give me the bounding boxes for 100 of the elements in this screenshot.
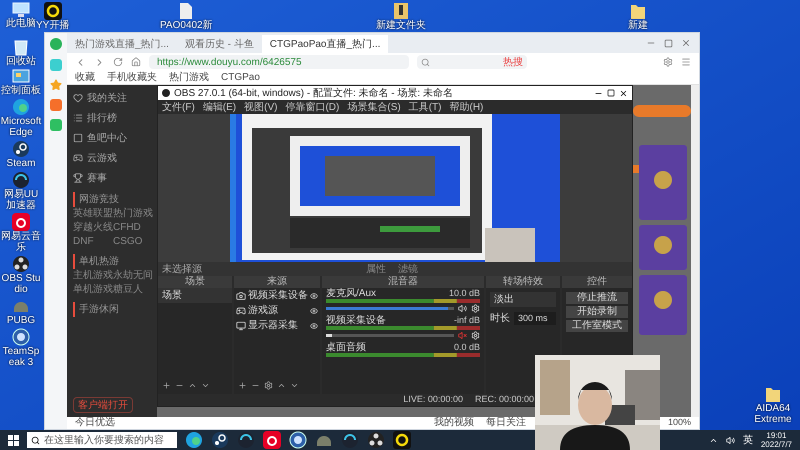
menu-item[interactable]: 编辑(E) xyxy=(202,100,236,114)
app-icon[interactable] xyxy=(50,99,62,111)
desktop-icon-label[interactable]: 控制面板 xyxy=(1,85,41,96)
source-item[interactable]: 显示器采集 xyxy=(248,318,308,333)
nav-link[interactable]: 排行榜 xyxy=(87,110,117,126)
menu-item[interactable]: 文件(F) xyxy=(162,100,195,114)
home-icon[interactable] xyxy=(131,57,141,67)
desktop-icon-label[interactable]: AIDA64 Extreme xyxy=(752,403,794,425)
clock-date[interactable]: 2022/7/7 xyxy=(760,440,792,449)
address-bar[interactable]: https://www.douyu.com/6426575 xyxy=(149,55,409,69)
status-link[interactable]: 每日关注 xyxy=(486,417,526,429)
bookmark-link[interactable]: 热门游戏 xyxy=(169,70,209,85)
nav-link[interactable]: 我的关注 xyxy=(87,90,127,106)
speaker-icon[interactable] xyxy=(458,304,467,313)
nav-link[interactable]: 赛事 xyxy=(87,170,107,186)
status-link[interactable]: 今日优选 xyxy=(75,417,115,429)
menu-item[interactable]: 停靠窗口(D) xyxy=(285,100,340,114)
nav-link[interactable]: 云游戏 xyxy=(87,150,117,166)
category-link[interactable]: DNF xyxy=(73,235,111,249)
client-button[interactable]: 客户端打开 xyxy=(73,397,133,413)
move-down-icon[interactable] xyxy=(201,381,210,390)
desktop-icon-label[interactable]: Microsoft Edge xyxy=(0,116,42,138)
category-link[interactable]: 单机游戏 xyxy=(73,283,111,297)
search-field[interactable]: 热搜 xyxy=(417,55,527,69)
bookmark-link[interactable]: 手机收藏夹 xyxy=(107,70,157,85)
zoom-level[interactable]: 100% xyxy=(668,416,691,430)
category-link[interactable]: CSGO xyxy=(113,235,151,249)
browser-tab[interactable]: 热门游戏直播_热门... xyxy=(67,35,177,53)
close-icon[interactable] xyxy=(619,88,628,98)
category-link[interactable]: CFHD xyxy=(113,221,151,235)
obs-logo-icon xyxy=(367,431,385,449)
desktop-icon-label[interactable]: PUBG xyxy=(6,315,36,326)
toolbar-button[interactable]: 滤镜 xyxy=(398,262,418,276)
scrollbar[interactable] xyxy=(691,85,699,417)
browser-tab[interactable]: 观看历史 - 斗鱼 xyxy=(176,35,262,53)
menu-item[interactable]: 视图(V) xyxy=(244,100,278,114)
dock-header: 转场特效 xyxy=(486,276,560,288)
settings-icon[interactable] xyxy=(264,381,273,390)
source-item[interactable]: 视频采集设备 xyxy=(248,288,308,303)
toolbar-button[interactable]: 属性 xyxy=(366,262,386,276)
control-button[interactable]: 停止推流 xyxy=(566,292,628,304)
duration-field[interactable]: 300 ms xyxy=(514,312,556,326)
eye-icon[interactable] xyxy=(310,292,318,300)
menu-item[interactable]: 场景集合(S) xyxy=(347,100,401,114)
desktop-icon-label[interactable]: 新建文件夹 xyxy=(376,20,426,31)
move-up-icon[interactable] xyxy=(188,381,197,390)
reload-icon[interactable] xyxy=(113,57,123,67)
taskbar-search-field[interactable]: 在这里输入你要搜索的内容 xyxy=(27,432,177,448)
desktop-icon-label[interactable]: PAO0402新 xyxy=(160,20,213,31)
nav-link[interactable]: 鱼吧中心 xyxy=(87,130,127,146)
nav-icon xyxy=(73,153,83,163)
maximize-icon[interactable] xyxy=(664,38,673,48)
category-link[interactable]: 英雄联盟 xyxy=(73,207,111,221)
desktop-icon-label[interactable]: YY开播 xyxy=(36,20,70,31)
category-link[interactable]: 穿越火线 xyxy=(73,221,111,235)
star-icon[interactable] xyxy=(50,79,62,91)
eye-icon[interactable] xyxy=(310,306,318,314)
maximize-icon[interactable] xyxy=(607,89,615,97)
scene-item[interactable]: 场景 xyxy=(158,288,232,303)
control-button[interactable]: 开始录制 xyxy=(566,306,628,318)
clock-time[interactable]: 19:01 xyxy=(766,431,786,440)
desktop-icon-label[interactable]: 网易云音乐 xyxy=(0,231,42,253)
windows-logo-icon[interactable] xyxy=(8,434,19,446)
move-up-icon[interactable] xyxy=(277,381,286,390)
input-method[interactable]: 英 xyxy=(742,432,753,448)
section-title: 单机热游 xyxy=(73,254,151,269)
menu-icon[interactable] xyxy=(681,57,691,67)
desktop-icon-label[interactable]: 此电脑 xyxy=(6,18,36,29)
status-link[interactable]: 我的视频 xyxy=(434,417,474,429)
bookmark-link[interactable]: CTGPao xyxy=(221,70,260,85)
obs-logo-icon xyxy=(12,255,30,273)
selected-source-label: 未选择源 xyxy=(162,262,202,276)
transition-select[interactable]: 淡出 xyxy=(490,292,556,307)
category-link[interactable]: 糖豆人 xyxy=(113,283,151,297)
add-icon[interactable] xyxy=(238,381,247,390)
category-link[interactable]: 永劫无间 xyxy=(113,269,151,283)
menu-item[interactable]: 帮助(H) xyxy=(449,100,484,114)
source-item[interactable]: 游戏源 xyxy=(248,303,308,318)
volume-slider[interactable] xyxy=(326,307,454,310)
category-link[interactable]: 热门游戏 xyxy=(113,207,151,221)
nav-icon xyxy=(73,133,83,143)
move-down-icon[interactable] xyxy=(290,381,299,390)
category-link[interactable]: 主机游戏 xyxy=(73,269,111,283)
speaker-icon[interactable] xyxy=(726,436,735,444)
desktop-icon-label[interactable]: 新建 xyxy=(628,20,648,31)
muted-speaker-icon[interactable] xyxy=(458,331,467,340)
desktop-icon-label[interactable]: 回收站 xyxy=(6,56,36,67)
add-icon[interactable] xyxy=(162,381,171,390)
folder-icon xyxy=(765,385,781,403)
desktop-icon-label[interactable]: OBS Studio xyxy=(0,273,42,295)
eye-icon[interactable] xyxy=(310,322,318,330)
menu-item[interactable]: 工具(T) xyxy=(408,100,442,114)
bookmark-link[interactable]: 收藏 xyxy=(75,70,95,85)
volume-slider[interactable] xyxy=(326,334,454,337)
desktop-icon-label[interactable]: TeamSpeak 3 xyxy=(0,346,42,368)
browser-tab[interactable]: CTGPaoPao直播_热门... xyxy=(262,35,388,53)
control-button[interactable]: 工作室模式 xyxy=(566,320,628,332)
desktop-icon-label[interactable]: Steam xyxy=(6,158,36,169)
music-app-icon xyxy=(12,213,30,231)
desktop-icon-label[interactable]: 网易UU加速器 xyxy=(0,189,42,211)
